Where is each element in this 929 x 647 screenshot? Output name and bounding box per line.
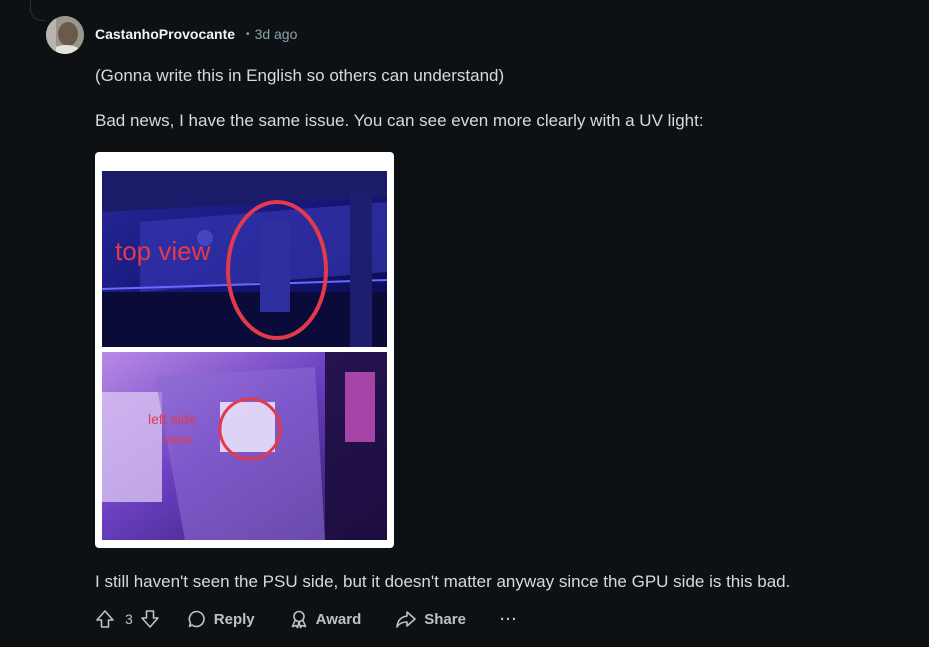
comment-header: CastanhoProvocante • 3d ago [95,26,297,42]
upvote-button[interactable] [95,609,115,629]
vote-count: 3 [125,611,133,627]
more-options-button[interactable]: ··· [500,611,518,628]
share-button[interactable]: Share [395,609,466,629]
award-button[interactable]: Award [289,609,362,629]
share-label: Share [424,610,466,628]
annotation-top-view: top view [115,236,211,266]
downvote-arrow-icon [140,610,159,628]
comment-paragraph: (Gonna write this in English so others c… [95,66,505,85]
speech-bubble-icon [188,610,205,628]
comment-action-bar: 3 Reply Award Share ··· [95,606,518,632]
annotation-left-side: left side [148,411,196,427]
share-arrow-icon [396,611,417,628]
thread-connector-line [30,0,45,21]
award-ribbon-icon [291,610,306,629]
annotation-view: view [163,431,192,447]
meta-separator: • [246,28,250,40]
uv-light-photo: top view left side view [101,171,388,540]
comment-paragraph: I still haven't seen the PSU side, but i… [95,572,791,591]
comment-paragraph: Bad news, I have the same issue. You can… [95,111,704,130]
left-side-view-photo: left side view [102,352,387,540]
comment-image[interactable]: top view left side view [95,152,394,548]
downvote-button[interactable] [140,609,160,629]
reply-button[interactable]: Reply [187,609,255,629]
avatar-photo [46,16,84,54]
avatar[interactable] [46,16,84,54]
top-view-photo: top view [101,171,388,347]
username-link[interactable]: CastanhoProvocante [95,26,235,42]
upvote-arrow-icon [96,610,114,628]
timestamp[interactable]: 3d ago [255,26,298,42]
reply-label: Reply [213,610,255,628]
award-label: Award [315,610,362,628]
